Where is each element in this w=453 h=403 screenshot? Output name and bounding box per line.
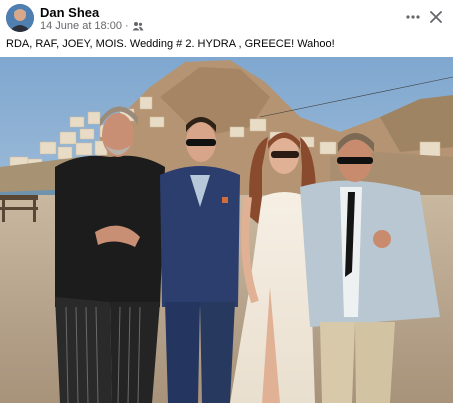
author-name[interactable]: Dan Shea: [40, 5, 99, 20]
post-timestamp[interactable]: 14 June at 18:00: [40, 20, 122, 32]
more-horizontal-icon: [406, 15, 420, 19]
close-icon: [430, 11, 442, 23]
post-caption: RDA, RAF, JOEY, MOIS. Wedding # 2. HYDRA…: [6, 38, 335, 50]
post-header: Dan Shea 14 June at 18:00 ·: [6, 4, 447, 32]
more-options-button[interactable]: [401, 6, 425, 28]
author-avatar[interactable]: [6, 4, 34, 32]
facebook-post: Dan Shea 14 June at 18:00 · RDA, RAF, JO…: [0, 0, 453, 403]
post-meta: 14 June at 18:00 ·: [40, 20, 144, 32]
meta-separator: ·: [124, 20, 129, 32]
close-button[interactable]: [425, 5, 447, 29]
friends-icon: [132, 21, 144, 31]
post-photo[interactable]: [0, 57, 453, 403]
